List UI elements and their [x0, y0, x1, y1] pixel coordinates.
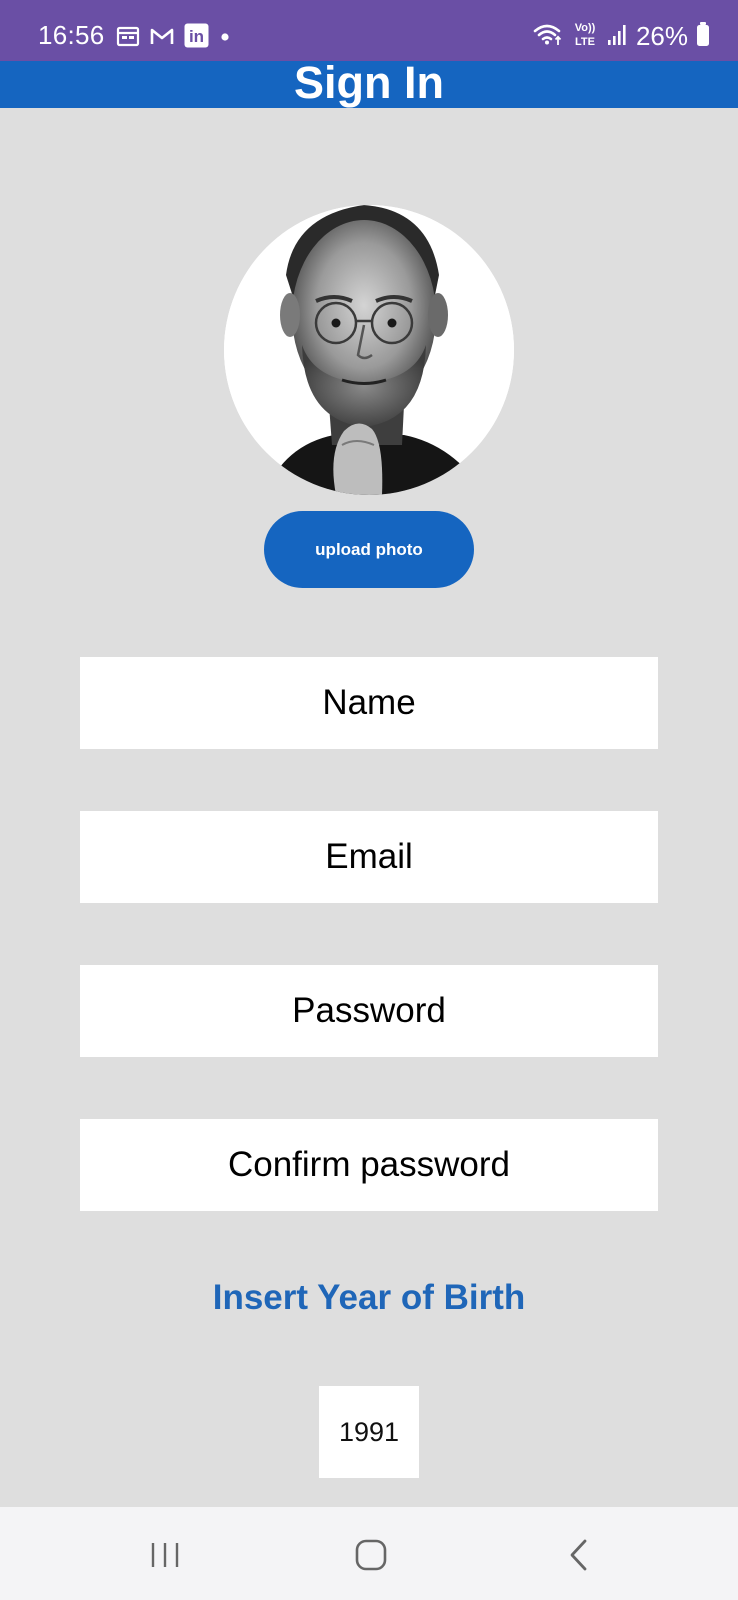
status-time: 16:56	[38, 20, 105, 50]
page-title: Sign In	[294, 57, 444, 108]
notification-dot-icon	[218, 25, 232, 52]
password-field[interactable]: Password	[80, 965, 658, 1057]
upload-photo-button[interactable]: upload photo	[264, 511, 474, 588]
signal-icon	[606, 22, 628, 51]
status-bar: 16:56 in Vo)) LTE 26%	[0, 0, 738, 61]
svg-text:Vo)): Vo))	[575, 22, 596, 34]
recent-apps-icon[interactable]	[137, 1527, 193, 1583]
calendar-icon	[116, 25, 140, 52]
wifi-icon	[532, 21, 564, 52]
status-right-icons: Vo)) LTE 26%	[532, 20, 710, 52]
profile-avatar[interactable]	[224, 205, 514, 495]
birth-year-label: Insert Year of Birth	[212, 1278, 526, 1317]
gmail-icon	[149, 25, 175, 52]
name-field[interactable]: Name	[80, 657, 658, 749]
home-icon[interactable]	[343, 1527, 399, 1583]
confirm-password-field[interactable]: Confirm password	[80, 1119, 658, 1211]
email-field[interactable]: Email	[80, 811, 658, 903]
svg-text:in: in	[189, 27, 204, 46]
portrait-photo	[224, 205, 514, 495]
status-left-icons: in	[116, 23, 232, 53]
birth-year-picker[interactable]: 1991	[319, 1386, 419, 1478]
svg-text:LTE: LTE	[575, 36, 595, 48]
back-icon[interactable]	[551, 1527, 607, 1583]
volte-icon: Vo)) LTE	[572, 20, 598, 53]
linkedin-icon: in	[184, 23, 209, 53]
battery-icon	[696, 21, 710, 52]
battery-percent: 26%	[635, 20, 688, 51]
